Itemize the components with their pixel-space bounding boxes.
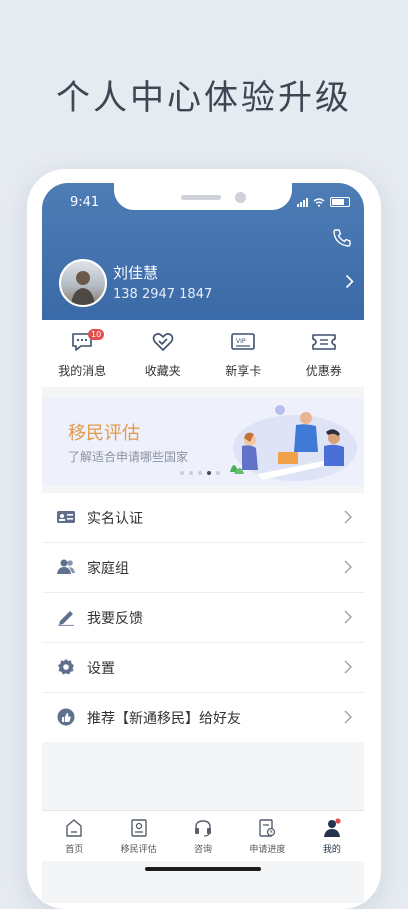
family-icon bbox=[57, 559, 75, 574]
heart-icon bbox=[152, 333, 174, 351]
tab-progress[interactable]: 申请进度 bbox=[235, 811, 299, 861]
gear-icon bbox=[58, 659, 74, 675]
settings-menu: 实名认证 家庭组 我要反馈 设置 推荐【新通移民】给好友 bbox=[42, 493, 364, 742]
bottom-tab-bar: 首页 移民评估 咨询 申请进度 我的 bbox=[42, 810, 364, 861]
status-icons bbox=[297, 197, 350, 207]
chevron-right-icon bbox=[344, 510, 352, 524]
avatar-photo bbox=[71, 271, 95, 305]
thumbs-up-icon bbox=[57, 708, 75, 726]
menu-item-family[interactable]: 家庭组 bbox=[42, 543, 364, 593]
promo-headline: 个人中心体验升级 bbox=[56, 78, 352, 118]
menu-item-feedback[interactable]: 我要反馈 bbox=[42, 593, 364, 643]
quick-favorites[interactable]: 收藏夹 bbox=[123, 320, 204, 387]
tab-label: 我的 bbox=[322, 845, 341, 855]
message-count-badge: 10 bbox=[88, 329, 105, 340]
menu-label: 实名认证 bbox=[87, 511, 143, 527]
chevron-right-icon bbox=[344, 660, 352, 674]
signal-icon bbox=[297, 197, 308, 207]
tab-label: 首页 bbox=[65, 845, 84, 855]
pencil-icon bbox=[58, 611, 74, 626]
quick-label: 收藏夹 bbox=[144, 364, 181, 378]
menu-label: 家庭组 bbox=[87, 561, 129, 577]
progress-icon bbox=[259, 819, 276, 837]
menu-item-recommend[interactable]: 推荐【新通移民】给好友 bbox=[42, 693, 364, 742]
tab-mine[interactable]: 我的 bbox=[300, 811, 364, 861]
quick-label: 优惠券 bbox=[305, 364, 342, 378]
quick-actions: 10 我的消息 收藏夹 VIP 新享卡 优惠券 bbox=[42, 320, 364, 387]
coupon-icon bbox=[311, 334, 336, 350]
camera bbox=[235, 192, 246, 203]
phone-icon[interactable] bbox=[332, 228, 352, 248]
carousel-indicator bbox=[180, 471, 220, 475]
phone-notch bbox=[114, 183, 292, 210]
profile-chevron-right-icon[interactable] bbox=[345, 274, 354, 289]
quick-label: 新享卡 bbox=[225, 364, 262, 378]
menu-label: 设置 bbox=[87, 661, 115, 677]
speaker bbox=[181, 195, 221, 200]
quick-messages[interactable]: 10 我的消息 bbox=[42, 320, 123, 387]
home-indicator bbox=[145, 867, 261, 871]
tab-assessment[interactable]: 移民评估 bbox=[106, 811, 170, 861]
team-illustration bbox=[230, 405, 357, 481]
status-time: 9:41 bbox=[70, 195, 100, 210]
menu-item-verification[interactable]: 实名认证 bbox=[42, 493, 364, 543]
chevron-right-icon bbox=[344, 610, 352, 624]
tab-label: 移民评估 bbox=[120, 845, 157, 855]
quick-label: 我的消息 bbox=[58, 364, 107, 378]
menu-label: 我要反馈 bbox=[87, 611, 143, 627]
tab-label: 咨询 bbox=[194, 845, 213, 855]
id-card-icon bbox=[57, 511, 75, 523]
user-icon bbox=[323, 818, 341, 837]
profile-header: 9:41 刘佳慧 138 2947 1847 bbox=[42, 183, 364, 320]
wifi-icon bbox=[313, 197, 325, 207]
user-name: 刘佳慧 bbox=[113, 264, 159, 282]
headset-icon bbox=[195, 820, 212, 837]
avatar[interactable] bbox=[59, 259, 107, 307]
user-phone: 138 2947 1847 bbox=[113, 287, 213, 302]
banner-subtitle: 了解适合申请哪些国家 bbox=[68, 450, 189, 464]
assessment-icon bbox=[130, 819, 147, 837]
tab-label: 申请进度 bbox=[249, 845, 286, 855]
assessment-banner[interactable]: 移民评估 了解适合申请哪些国家 bbox=[42, 398, 364, 486]
app-screen: 9:41 刘佳慧 138 2947 1847 10 我的消息 收藏夹 VIP 新… bbox=[42, 183, 364, 903]
quick-vip-card[interactable]: VIP 新享卡 bbox=[203, 320, 284, 387]
chevron-right-icon bbox=[344, 560, 352, 574]
menu-item-settings[interactable]: 设置 bbox=[42, 643, 364, 693]
banner-title: 移民评估 bbox=[68, 423, 140, 444]
quick-coupons[interactable]: 优惠券 bbox=[284, 320, 365, 387]
battery-icon bbox=[330, 197, 350, 207]
vip-card-icon: VIP bbox=[231, 333, 256, 350]
chevron-right-icon bbox=[344, 710, 352, 724]
svg-text:VIP: VIP bbox=[236, 338, 246, 345]
tab-consult[interactable]: 咨询 bbox=[171, 811, 235, 861]
tab-home[interactable]: 首页 bbox=[42, 811, 106, 861]
home-icon bbox=[66, 819, 82, 837]
menu-label: 推荐【新通移民】给好友 bbox=[87, 711, 241, 727]
